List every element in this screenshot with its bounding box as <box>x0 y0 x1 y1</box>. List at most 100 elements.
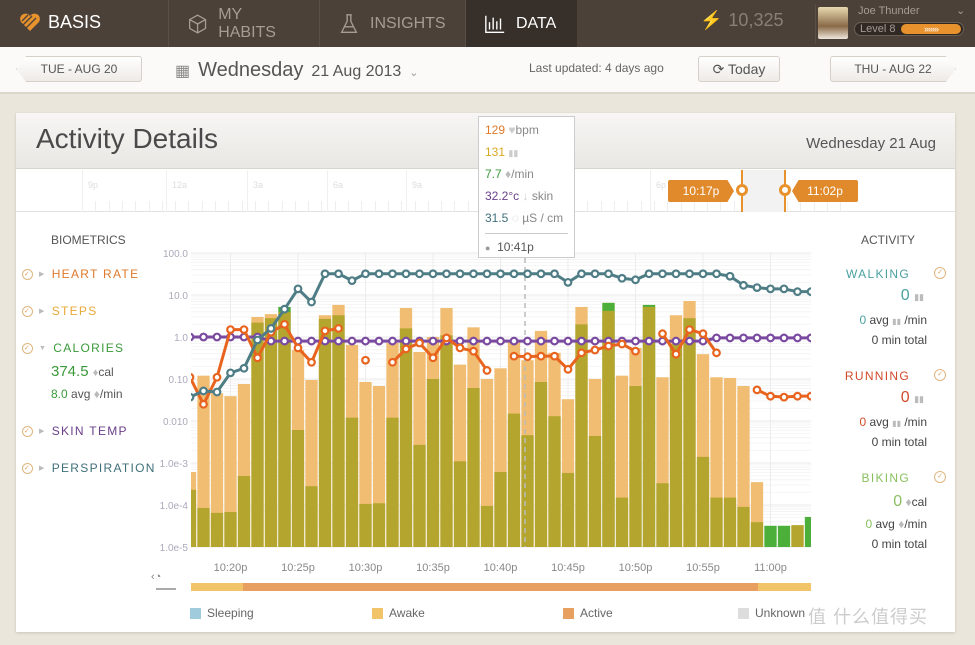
legend-label: Active <box>580 606 613 620</box>
active-bar <box>656 483 669 547</box>
heart-rate-point <box>293 343 303 353</box>
active-bar <box>359 503 372 547</box>
active-bar <box>534 381 548 547</box>
y-tick-label: 1.0e-3 <box>160 459 189 470</box>
skin-temp-point <box>739 333 748 343</box>
heart-rate-point <box>671 349 681 359</box>
perspiration-point <box>658 269 667 279</box>
skin-temp-point <box>496 336 505 346</box>
heart-rate-point <box>428 353 438 363</box>
perspiration-point <box>577 269 586 279</box>
active-bar <box>750 522 764 547</box>
heart-rate-point <box>698 329 708 339</box>
perspiration-point <box>374 269 384 279</box>
skin-temp-point <box>428 336 438 346</box>
heart-rate-point <box>604 341 613 351</box>
clock-icon: ● <box>485 243 491 253</box>
perspiration-point <box>199 386 208 396</box>
active-bar <box>305 486 318 547</box>
perspiration-point <box>793 287 802 297</box>
heart-rate-point <box>280 319 289 329</box>
heart-rate-point <box>577 348 586 358</box>
y-tick-label: 1.0e-5 <box>160 543 189 554</box>
skin-temp-point <box>212 332 222 342</box>
perspiration-point <box>752 283 762 293</box>
active-bar <box>399 328 413 547</box>
skin-temp-point <box>361 336 370 346</box>
heart-rate-point <box>658 329 667 339</box>
active-bar <box>278 312 291 547</box>
skin-temp-point <box>536 336 546 346</box>
y-tick-label: 1.0e-4 <box>160 501 189 512</box>
tooltip-perspiration: 31.5 ◌ µS / cm <box>485 209 568 231</box>
perspiration-point <box>590 269 600 279</box>
active-bar <box>615 497 629 547</box>
legend-label: Unknown <box>755 606 806 620</box>
perspiration-point <box>469 269 478 279</box>
x-tick-label: 10:50p <box>619 562 653 574</box>
skin-temp-point <box>644 336 654 346</box>
skin-unit: skin <box>531 189 554 203</box>
y-tick-label: 1.0 <box>174 333 188 344</box>
sleep-toggle-icon[interactable]: ‹◔ <box>151 571 161 583</box>
skin-temp-point <box>374 336 384 346</box>
perspiration-point <box>388 269 397 279</box>
heart-rate-point <box>536 351 546 361</box>
active-bar <box>197 507 210 547</box>
heart-rate-point <box>442 333 451 343</box>
hover-tooltip: 129 ♥bpm 131 ▮▮ 7.7 ♦/min 32.2°c ↓ skin … <box>478 116 575 258</box>
perspiration-point <box>482 269 492 279</box>
heart-rate-point <box>712 348 721 358</box>
time-value: 10:41p <box>497 240 534 254</box>
skin-temp-point <box>577 336 586 346</box>
skin-temp-point <box>779 333 789 343</box>
droplet-icon: ◌ <box>511 211 519 225</box>
heart-rate-point <box>563 364 573 374</box>
heart-unit: bpm <box>515 123 539 137</box>
perspiration-point <box>671 269 681 279</box>
perspiration-unit: µS / cm <box>522 211 564 225</box>
perspiration-point <box>617 273 627 283</box>
active-bar <box>683 318 696 547</box>
skin-temp-point <box>563 336 573 346</box>
legend-awake: Awake <box>372 606 425 620</box>
biking-bar <box>777 525 791 547</box>
heart-rate-point <box>388 357 397 367</box>
skin-temp-point <box>523 336 532 346</box>
perspiration-point <box>766 284 775 294</box>
active-bar <box>629 386 642 547</box>
heart-rate-point <box>509 351 519 361</box>
heart-rate-value: 129 <box>485 123 506 137</box>
skin-temp-point <box>752 333 762 343</box>
active-bar <box>413 444 426 547</box>
skin-temp-point <box>590 336 600 346</box>
x-tick-label: 10:35p <box>416 562 450 574</box>
heart-rate-point <box>253 353 262 363</box>
skin-temp-point <box>685 336 694 346</box>
x-tick-label: 11:00p <box>754 562 787 574</box>
y-tick-label: 0.010 <box>163 417 188 428</box>
x-tick-label: 10:25p <box>281 562 315 574</box>
active-bar <box>480 505 494 547</box>
active-bar <box>237 476 251 547</box>
skin-temp-point <box>388 336 397 346</box>
perspiration-point <box>725 271 735 281</box>
skin-temp-point <box>725 333 735 343</box>
active-bar <box>669 344 683 547</box>
heart-rate-point <box>806 391 811 401</box>
calories-unit: /min <box>511 167 534 181</box>
perspiration-point <box>212 387 222 397</box>
heart-rate-point <box>307 357 316 367</box>
heart-rate-point <box>482 366 492 375</box>
biking-bar <box>804 516 811 547</box>
legend-label: Sleeping <box>207 606 254 620</box>
activity-chart[interactable]: 100.0 10.0 1.0 0.10 0.010 1.0e-3 1.0e-4 1.0e-5 1… <box>0 0 975 645</box>
skin-temp-point <box>509 336 519 346</box>
footprints-icon: ▮▮ <box>508 148 519 158</box>
x-tick-label: 10:30p <box>349 562 383 574</box>
skin-temp-point <box>469 336 478 346</box>
active-bar <box>386 417 399 547</box>
heart-rate-point <box>752 385 762 395</box>
perspiration-point <box>239 363 249 373</box>
perspiration-point <box>739 280 748 290</box>
